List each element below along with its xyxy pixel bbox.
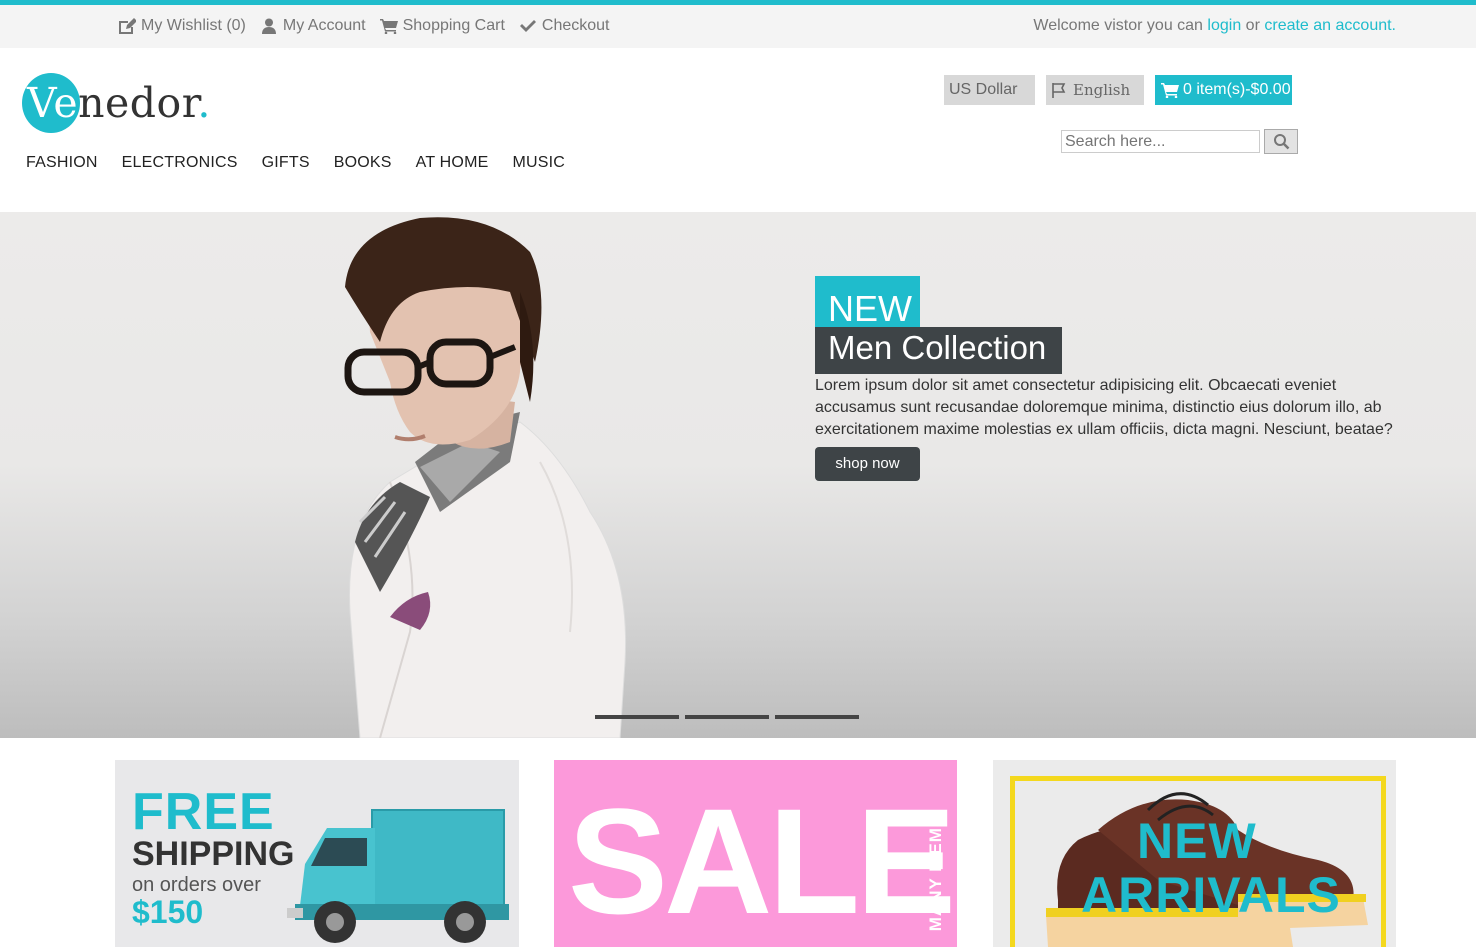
cart-icon (1161, 83, 1179, 98)
slider-dot-2[interactable] (685, 715, 769, 719)
search-input[interactable] (1061, 130, 1260, 153)
free-shipping-threshold: $150 (132, 894, 204, 930)
nav-item-music[interactable]: MUSIC (512, 154, 565, 172)
welcome-text: Welcome vistor you can (1033, 17, 1203, 34)
free-shipping-title: FREE (132, 783, 275, 841)
logo-text: Venedor. (27, 79, 211, 127)
new-arrivals-banner[interactable]: NEW ARRIVALS (993, 760, 1396, 947)
welcome-message: Welcome vistor you can login or create a… (1033, 17, 1396, 35)
check-icon (519, 20, 536, 32)
shop-now-button[interactable]: shop now (815, 447, 920, 481)
currency-selector[interactable]: US Dollar (944, 75, 1035, 105)
sale-banner[interactable]: SALE MANY ITEMS (554, 760, 957, 947)
delivery-truck-icon (287, 809, 509, 943)
search-button[interactable] (1264, 129, 1298, 154)
slider-indicators (595, 715, 859, 719)
shopping-cart-link[interactable]: Shopping Cart (379, 17, 505, 35)
language-selector[interactable]: English (1046, 75, 1144, 105)
language-label: English (1073, 81, 1131, 99)
shopping-cart-label: Shopping Cart (402, 17, 505, 34)
sale-title: SALE (568, 777, 956, 945)
site-logo[interactable]: Venedor. (22, 73, 222, 137)
hero-title: Men Collection (815, 327, 1062, 374)
wishlist-label: My Wishlist (0) (141, 17, 246, 34)
account-links: My Wishlist (0) My Account Shopping Cart… (118, 17, 609, 35)
nav-item-books[interactable]: BOOKS (334, 154, 392, 172)
logo-rest: nedor (78, 79, 198, 127)
my-account-label: My Account (282, 17, 366, 34)
hero-tag-new: NEW (815, 276, 920, 329)
sale-side-text: MANY ITEMS (926, 814, 945, 931)
user-icon (261, 18, 276, 34)
hero-description: Lorem ipsum dolor sit amet consectetur a… (815, 377, 1393, 438)
login-link[interactable]: login (1207, 17, 1241, 34)
new-arrivals-line1: NEW (1137, 813, 1257, 869)
free-shipping-banner[interactable]: FREE SHIPPING on orders over $150 (115, 760, 519, 947)
hero-slider: NEW Men Collection Lorem ipsum dolor sit… (0, 212, 1476, 738)
nav-item-at-home[interactable]: AT HOME (416, 154, 489, 172)
cart-summary-button[interactable]: 0 item(s)-$0.00 (1155, 75, 1292, 105)
logo-dot: . (197, 79, 211, 127)
wishlist-link[interactable]: My Wishlist (0) (118, 17, 246, 35)
hero-model-image (344, 217, 627, 738)
or-text: or (1245, 17, 1260, 34)
checkout-link[interactable]: Checkout (519, 17, 610, 35)
cart-icon (379, 19, 398, 34)
slider-dot-1[interactable] (595, 715, 679, 719)
free-shipping-subtitle: SHIPPING (132, 835, 295, 873)
checkout-label: Checkout (541, 17, 610, 34)
edit-icon (119, 18, 136, 34)
slider-dot-3[interactable] (775, 715, 859, 719)
create-account-link[interactable]: create an account. (1264, 17, 1396, 34)
main-navigation: FASHION ELECTRONICS GIFTS BOOKS AT HOME … (26, 154, 565, 172)
new-arrivals-line2: ARRIVALS (1081, 867, 1341, 923)
logo-prefix: Ve (27, 79, 79, 127)
search-icon (1273, 134, 1289, 150)
my-account-link[interactable]: My Account (260, 17, 366, 35)
cart-summary-label: 0 item(s)-$0.00 (1183, 81, 1291, 98)
nav-item-electronics[interactable]: ELECTRONICS (122, 154, 238, 172)
top-utility-bar: My Wishlist (0) My Account Shopping Cart… (0, 5, 1476, 48)
nav-item-gifts[interactable]: GIFTS (262, 154, 310, 172)
nav-item-fashion[interactable]: FASHION (26, 154, 98, 172)
sale-side-label: MANY ITEMS (926, 810, 946, 935)
flag-icon (1052, 83, 1066, 98)
